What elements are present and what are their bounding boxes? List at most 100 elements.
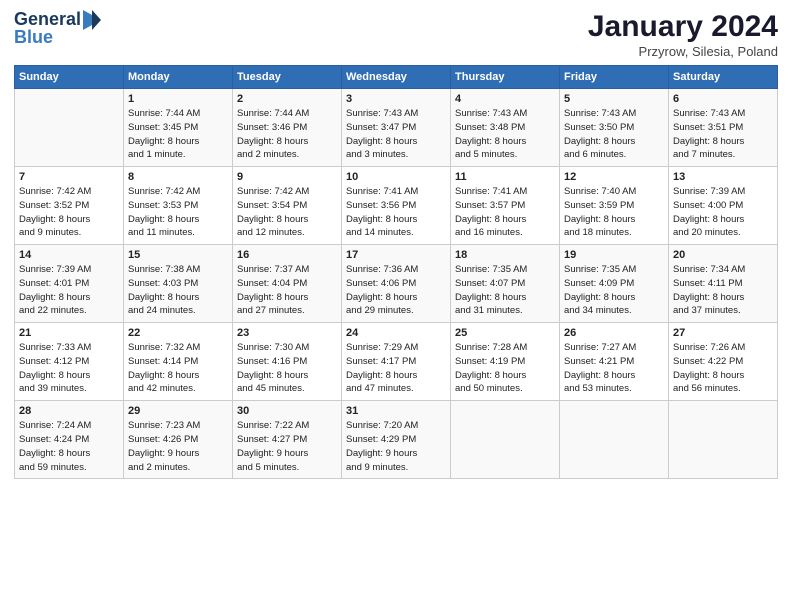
- day-content: Sunrise: 7:23 AM Sunset: 4:26 PM Dayligh…: [128, 419, 228, 474]
- day-content: Sunrise: 7:22 AM Sunset: 4:27 PM Dayligh…: [237, 419, 337, 474]
- day-number: 3: [346, 93, 446, 105]
- day-content: Sunrise: 7:26 AM Sunset: 4:22 PM Dayligh…: [673, 341, 773, 396]
- header-cell-saturday: Saturday: [669, 66, 778, 89]
- day-cell: [560, 401, 669, 479]
- day-number: 7: [19, 171, 119, 183]
- logo-text-line2: Blue: [14, 28, 103, 48]
- day-cell: 22 Sunrise: 7:32 AM Sunset: 4:14 PM Dayli…: [124, 323, 233, 401]
- day-cell: 9Sunrise: 7:42 AM Sunset: 3:54 PM Daylig…: [233, 167, 342, 245]
- day-cell: 21 Sunrise: 7:33 AM Sunset: 4:12 PM Dayli…: [15, 323, 124, 401]
- day-content: Sunrise: 7:38 AM Sunset: 4:03 PM Dayligh…: [128, 263, 228, 318]
- logo: General Blue: [14, 10, 103, 48]
- calendar-title: January 2024: [588, 10, 778, 44]
- day-number: 5: [564, 93, 664, 105]
- day-cell: 17 Sunrise: 7:36 AM Sunset: 4:06 PM Dayli…: [342, 245, 451, 323]
- title-block: January 2024 Przyrow, Silesia, Poland: [588, 10, 778, 59]
- day-content: Sunrise: 7:27 AM Sunset: 4:21 PM Dayligh…: [564, 341, 664, 396]
- day-cell: 29 Sunrise: 7:23 AM Sunset: 4:26 PM Dayli…: [124, 401, 233, 479]
- day-content: Sunrise: 7:43 AM Sunset: 3:51 PM Dayligh…: [673, 107, 773, 162]
- day-cell: 31 Sunrise: 7:20 AM Sunset: 4:29 PM Dayli…: [342, 401, 451, 479]
- day-number: 19: [564, 249, 664, 261]
- day-content: Sunrise: 7:41 AM Sunset: 3:57 PM Dayligh…: [455, 185, 555, 240]
- day-cell: 11 Sunrise: 7:41 AM Sunset: 3:57 PM Dayli…: [451, 167, 560, 245]
- day-cell: 30Sunrise: 7:22 AM Sunset: 4:27 PM Dayli…: [233, 401, 342, 479]
- day-number: 1: [128, 93, 228, 105]
- day-content: Sunrise: 7:28 AM Sunset: 4:19 PM Dayligh…: [455, 341, 555, 396]
- day-content: Sunrise: 7:32 AM Sunset: 4:14 PM Dayligh…: [128, 341, 228, 396]
- day-number: 23: [237, 327, 337, 339]
- day-number: 14: [19, 249, 119, 261]
- day-cell: 3 Sunrise: 7:43 AM Sunset: 3:47 PM Daylig…: [342, 89, 451, 167]
- day-cell: 23 Sunrise: 7:30 AM Sunset: 4:16 PM Dayli…: [233, 323, 342, 401]
- day-number: 18: [455, 249, 555, 261]
- day-cell: 7 Sunrise: 7:42 AM Sunset: 3:52 PM Daylig…: [15, 167, 124, 245]
- day-number: 15: [128, 249, 228, 261]
- day-content: Sunrise: 7:44 AM Sunset: 3:46 PM Dayligh…: [237, 107, 337, 162]
- day-cell: 16Sunrise: 7:37 AM Sunset: 4:04 PM Dayli…: [233, 245, 342, 323]
- day-content: Sunrise: 7:36 AM Sunset: 4:06 PM Dayligh…: [346, 263, 446, 318]
- day-cell: [451, 401, 560, 479]
- day-cell: 2 Sunrise: 7:44 AM Sunset: 3:46 PM Daylig…: [233, 89, 342, 167]
- day-content: Sunrise: 7:30 AM Sunset: 4:16 PM Dayligh…: [237, 341, 337, 396]
- day-cell: 27Sunrise: 7:26 AM Sunset: 4:22 PM Dayli…: [669, 323, 778, 401]
- day-content: Sunrise: 7:39 AM Sunset: 4:01 PM Dayligh…: [19, 263, 119, 318]
- day-cell: 19Sunrise: 7:35 AM Sunset: 4:09 PM Dayli…: [560, 245, 669, 323]
- day-number: 28: [19, 405, 119, 417]
- day-cell: 18 Sunrise: 7:35 AM Sunset: 4:07 PM Dayli…: [451, 245, 560, 323]
- day-cell: 13 Sunrise: 7:39 AM Sunset: 4:00 PM Dayli…: [669, 167, 778, 245]
- day-content: Sunrise: 7:43 AM Sunset: 3:50 PM Dayligh…: [564, 107, 664, 162]
- day-number: 13: [673, 171, 773, 183]
- header-cell-wednesday: Wednesday: [342, 66, 451, 89]
- day-content: Sunrise: 7:37 AM Sunset: 4:04 PM Dayligh…: [237, 263, 337, 318]
- day-content: Sunrise: 7:40 AM Sunset: 3:59 PM Dayligh…: [564, 185, 664, 240]
- day-cell: 20 Sunrise: 7:34 AM Sunset: 4:11 PM Dayli…: [669, 245, 778, 323]
- day-content: Sunrise: 7:41 AM Sunset: 3:56 PM Dayligh…: [346, 185, 446, 240]
- header: General Blue January 2024 Przyrow, Siles…: [14, 10, 778, 59]
- header-cell-monday: Monday: [124, 66, 233, 89]
- day-cell: 24Sunrise: 7:29 AM Sunset: 4:17 PM Dayli…: [342, 323, 451, 401]
- day-number: 21: [19, 327, 119, 339]
- day-content: Sunrise: 7:43 AM Sunset: 3:47 PM Dayligh…: [346, 107, 446, 162]
- day-number: 8: [128, 171, 228, 183]
- day-number: 10: [346, 171, 446, 183]
- day-content: Sunrise: 7:39 AM Sunset: 4:00 PM Dayligh…: [673, 185, 773, 240]
- page: General Blue January 2024 Przyrow, Siles…: [0, 0, 792, 612]
- day-number: 17: [346, 249, 446, 261]
- day-number: 6: [673, 93, 773, 105]
- day-cell: [669, 401, 778, 479]
- day-cell: 25Sunrise: 7:28 AM Sunset: 4:19 PM Dayli…: [451, 323, 560, 401]
- day-content: Sunrise: 7:29 AM Sunset: 4:17 PM Dayligh…: [346, 341, 446, 396]
- day-content: Sunrise: 7:35 AM Sunset: 4:07 PM Dayligh…: [455, 263, 555, 318]
- day-cell: 4Sunrise: 7:43 AM Sunset: 3:48 PM Daylig…: [451, 89, 560, 167]
- header-row: SundayMondayTuesdayWednesdayThursdayFrid…: [15, 66, 778, 89]
- day-cell: 28 Sunrise: 7:24 AM Sunset: 4:24 PM Dayli…: [15, 401, 124, 479]
- day-cell: 8 Sunrise: 7:42 AM Sunset: 3:53 PM Daylig…: [124, 167, 233, 245]
- calendar-table: SundayMondayTuesdayWednesdayThursdayFrid…: [14, 65, 778, 479]
- day-cell: 14 Sunrise: 7:39 AM Sunset: 4:01 PM Dayli…: [15, 245, 124, 323]
- day-content: Sunrise: 7:42 AM Sunset: 3:52 PM Dayligh…: [19, 185, 119, 240]
- week-row-1: 7 Sunrise: 7:42 AM Sunset: 3:52 PM Daylig…: [15, 167, 778, 245]
- day-content: Sunrise: 7:20 AM Sunset: 4:29 PM Dayligh…: [346, 419, 446, 474]
- day-cell: 10 Sunrise: 7:41 AM Sunset: 3:56 PM Dayli…: [342, 167, 451, 245]
- logo-icon: [83, 10, 101, 30]
- day-content: Sunrise: 7:24 AM Sunset: 4:24 PM Dayligh…: [19, 419, 119, 474]
- day-content: Sunrise: 7:42 AM Sunset: 3:53 PM Dayligh…: [128, 185, 228, 240]
- day-number: 20: [673, 249, 773, 261]
- day-content: Sunrise: 7:34 AM Sunset: 4:11 PM Dayligh…: [673, 263, 773, 318]
- day-content: Sunrise: 7:33 AM Sunset: 4:12 PM Dayligh…: [19, 341, 119, 396]
- day-number: 22: [128, 327, 228, 339]
- week-row-3: 21 Sunrise: 7:33 AM Sunset: 4:12 PM Dayli…: [15, 323, 778, 401]
- week-row-0: 1Sunrise: 7:44 AM Sunset: 3:45 PM Daylig…: [15, 89, 778, 167]
- day-number: 11: [455, 171, 555, 183]
- week-row-2: 14 Sunrise: 7:39 AM Sunset: 4:01 PM Dayli…: [15, 245, 778, 323]
- calendar-subtitle: Przyrow, Silesia, Poland: [588, 44, 778, 59]
- day-cell: 26Sunrise: 7:27 AM Sunset: 4:21 PM Dayli…: [560, 323, 669, 401]
- header-cell-thursday: Thursday: [451, 66, 560, 89]
- day-number: 4: [455, 93, 555, 105]
- day-cell: [15, 89, 124, 167]
- day-number: 31: [346, 405, 446, 417]
- day-number: 29: [128, 405, 228, 417]
- day-number: 2: [237, 93, 337, 105]
- day-cell: 12Sunrise: 7:40 AM Sunset: 3:59 PM Dayli…: [560, 167, 669, 245]
- day-number: 9: [237, 171, 337, 183]
